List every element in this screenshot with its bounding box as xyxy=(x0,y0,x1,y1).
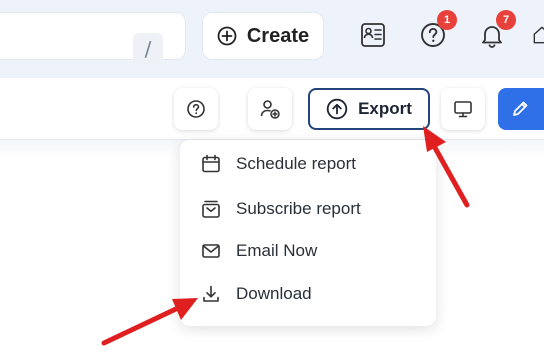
annotation-arrows xyxy=(101,126,470,346)
arrow-to-download-icon xyxy=(101,298,198,346)
arrow-to-export-icon xyxy=(423,126,470,208)
